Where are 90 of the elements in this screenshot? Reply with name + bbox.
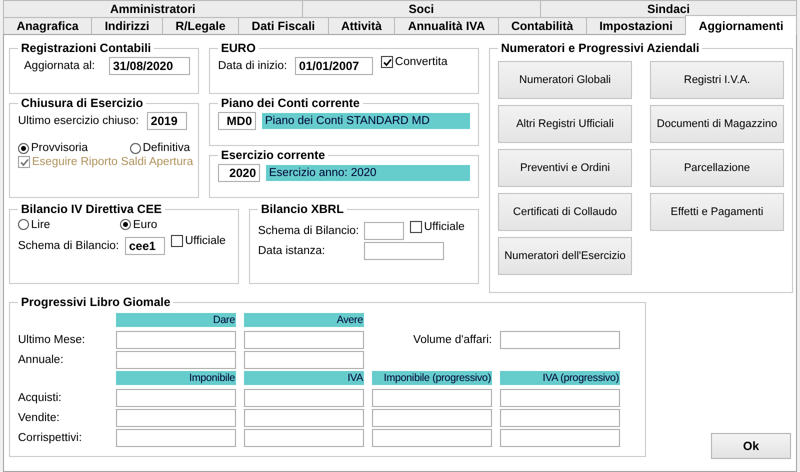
group-title: Bilancio XBRL	[260, 202, 345, 216]
checkbox[interactable]: Ufficiale	[171, 235, 226, 247]
group-title: Bilancio IV Direttiva CEE	[20, 202, 163, 216]
radio-button[interactable]: Provvisoria	[18, 142, 88, 154]
input-field[interactable]	[372, 409, 492, 427]
group-title: Numeratori e Progressivi Aziendali	[500, 41, 700, 55]
radio-button[interactable]: Euro	[120, 218, 158, 230]
input-field[interactable]: 01/01/2007	[295, 57, 374, 75]
input-field[interactable]	[500, 331, 620, 349]
group-title: Chiusura di Esercizio	[20, 96, 144, 110]
column-header: IVA (progressivo)	[500, 371, 620, 385]
tab[interactable]: Attività	[328, 17, 396, 34]
checkbox-box[interactable]	[381, 56, 394, 68]
row-label: Vendite:	[18, 412, 61, 424]
checkbox[interactable]: Convertita	[381, 56, 448, 68]
tab[interactable]: Soci	[302, 0, 542, 17]
radio-circle[interactable]	[18, 142, 29, 154]
field-label: Data istanza:	[258, 245, 326, 257]
input-field[interactable]	[116, 331, 236, 349]
description-field: Esercizio anno: 2020	[266, 165, 470, 181]
input-field[interactable]	[244, 409, 364, 427]
field-label: Data di inizio:	[218, 60, 288, 72]
checkbox-box[interactable]	[410, 220, 422, 232]
tab[interactable]: Indirizzi	[91, 17, 163, 34]
tab[interactable]: Aggiornamenti	[685, 15, 798, 35]
tab[interactable]: Annualità IVA	[394, 17, 499, 34]
tab[interactable]: Dati Fiscali	[238, 17, 329, 34]
checkbox-box[interactable]	[171, 235, 183, 247]
tab[interactable]: Anagrafica	[3, 17, 92, 34]
tab[interactable]: Sindaci	[540, 0, 797, 17]
tab[interactable]: R/Legale	[162, 17, 240, 34]
field-label: Ultimo esercizio chiuso:	[18, 115, 139, 127]
input-field[interactable]: MD0	[218, 112, 256, 130]
input-field[interactable]	[116, 389, 236, 407]
numerator-button[interactable]: Documenti di Magazzino	[650, 105, 784, 143]
ok-button[interactable]: Ok	[711, 433, 791, 459]
column-header: Imponibile	[116, 371, 236, 385]
radio-circle[interactable]	[120, 219, 131, 230]
column-header: IVA	[244, 371, 364, 385]
field-label: Volume d'affari:	[412, 334, 492, 346]
input-field[interactable]	[244, 351, 364, 369]
input-field[interactable]: cee1	[125, 236, 165, 254]
input-field[interactable]	[244, 389, 364, 407]
numerator-button[interactable]: Preventivi e Ordini	[498, 149, 632, 187]
group-title: Registrazioni Contabili	[20, 41, 152, 55]
input-field[interactable]	[116, 429, 236, 447]
column-header: Avere	[244, 313, 364, 327]
numerator-button[interactable]: Numeratori dell'Esercizio	[498, 237, 632, 275]
column-header: Dare	[116, 313, 236, 327]
numerator-button[interactable]: Certificati di Collaudo	[498, 193, 632, 231]
checkbox[interactable]: Ufficiale	[410, 220, 465, 232]
input-field[interactable]	[116, 409, 236, 427]
group-title: Esercizio corrente	[220, 148, 326, 162]
input-field[interactable]: 31/08/2020	[108, 57, 190, 75]
input-field[interactable]: 2020	[218, 164, 260, 182]
input-field[interactable]	[116, 351, 236, 369]
row-label: Annuale:	[18, 354, 64, 366]
radio-button[interactable]: Definitiva	[130, 142, 190, 154]
group-title: EURO	[220, 41, 257, 55]
input-field[interactable]	[372, 429, 492, 447]
numerator-button[interactable]: Effetti e Pagamenti	[650, 193, 784, 231]
group-title: Progressivi Libro Giomale	[20, 295, 172, 309]
radio-button[interactable]: Lire	[18, 218, 50, 230]
input-field[interactable]	[244, 331, 364, 349]
numerator-button[interactable]: Altri Registri Ufficiali	[498, 105, 632, 143]
row-label: Corrispettivi:	[18, 432, 83, 444]
row-label: Acquisti:	[18, 392, 62, 404]
input-field[interactable]	[244, 429, 364, 447]
input-field[interactable]	[364, 222, 404, 240]
group-title: Piano dei Conti corrente	[220, 96, 361, 110]
description-field: Piano dei Conti STANDARD MD	[262, 113, 470, 129]
field-label: Schema di Bilancio:	[258, 225, 359, 237]
field-label: Aggiornata al:	[24, 60, 95, 72]
input-field[interactable]	[364, 242, 444, 260]
radio-circle[interactable]	[18, 219, 29, 230]
input-field[interactable]	[500, 389, 620, 407]
numerator-button[interactable]: Parcellazione	[650, 149, 784, 187]
numerator-button[interactable]: Numeratori Globali	[498, 61, 632, 99]
tab[interactable]: Contabilità	[498, 17, 587, 34]
input-field[interactable]	[372, 389, 492, 407]
input-field[interactable]	[500, 409, 620, 427]
tab[interactable]: Amministratori	[3, 0, 303, 17]
radio-circle[interactable]	[130, 142, 141, 154]
numerator-button[interactable]: Registri I.V.A.	[650, 61, 784, 99]
tab[interactable]: Impostazioni	[586, 17, 686, 34]
input-field[interactable]: 2019	[146, 112, 187, 130]
column-header: Imponibile (progressivo)	[372, 371, 492, 385]
input-field[interactable]	[500, 429, 620, 447]
row-label: Ultimo Mese:	[18, 334, 86, 346]
field-label: Schema di Bilancio:	[18, 240, 119, 252]
